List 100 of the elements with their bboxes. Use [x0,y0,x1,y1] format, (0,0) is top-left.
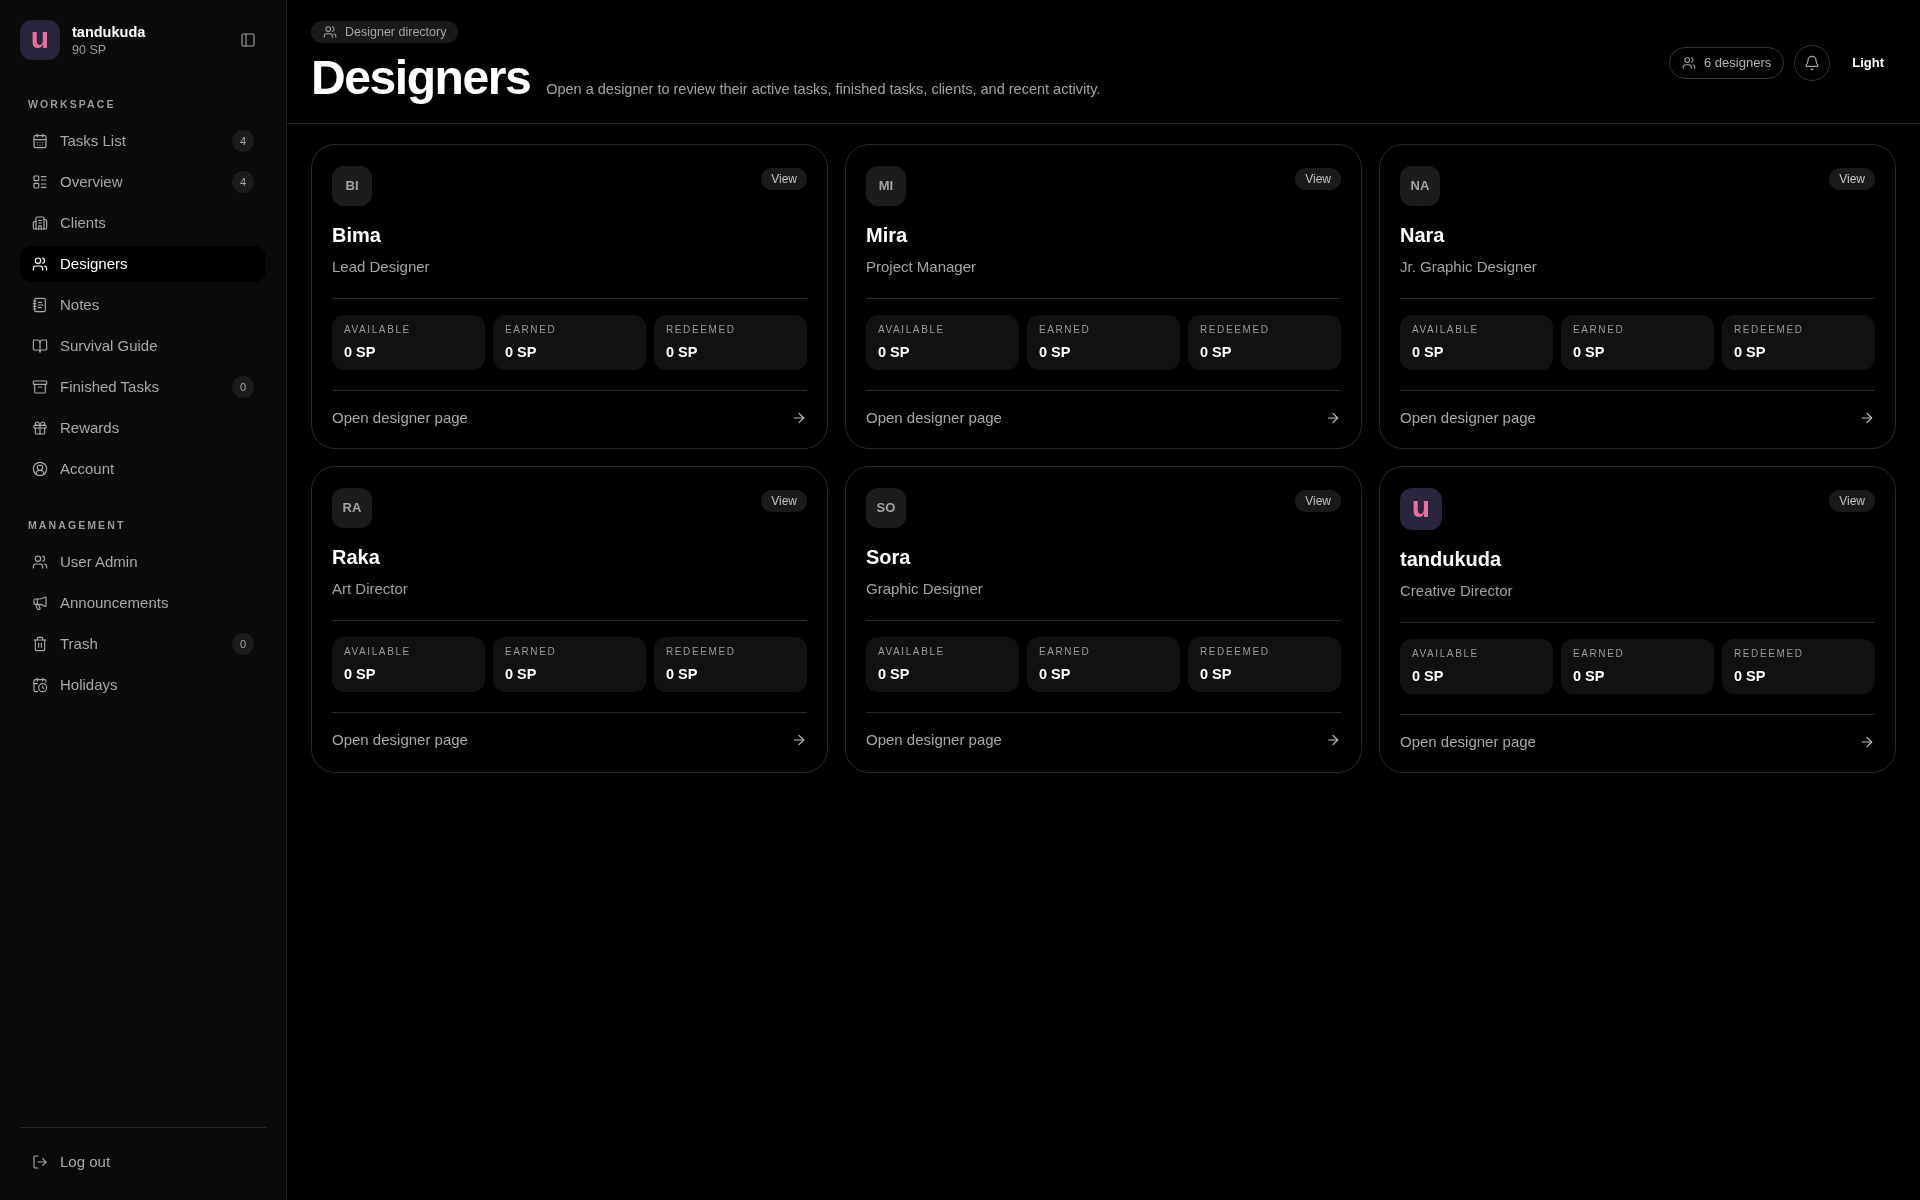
stat-label: EARNED [1039,323,1092,336]
designer-avatar: NA [1400,166,1440,206]
designer-name: tandukuda [1400,547,1503,572]
stat-value: 0 SP [344,342,377,362]
designer-name: Bima [332,223,382,248]
designer-role: Graphic Designer [866,579,984,599]
open-designer-link[interactable]: Open designer page [866,730,1341,750]
breadcrumb-text: Designer directory [345,23,447,41]
nav-item[interactable]: Designers [20,246,266,282]
nav-item[interactable]: Tasks List 4 [20,123,266,159]
view-button[interactable]: View [1829,168,1875,190]
logout-link[interactable]: Log out [20,1144,266,1180]
stat-value: 0 SP [1200,342,1233,362]
stat-label: REDEEMED [1734,647,1805,660]
user-circle-icon [32,461,48,477]
stat-label: AVAILABLE [878,645,946,658]
stat-value: 0 SP [505,342,538,362]
stat-label: AVAILABLE [1412,647,1480,660]
arrow-right-icon [1859,734,1875,750]
users-icon [32,256,48,272]
view-button[interactable]: View [1829,490,1875,512]
stat-value: 0 SP [666,664,699,684]
stat-value: 0 SP [1734,342,1767,362]
view-button[interactable]: View [1295,168,1341,190]
stat-value: 0 SP [878,342,911,362]
stat-value: 0 SP [1412,342,1445,362]
megaphone-icon [32,595,48,611]
user-avatar: u [20,20,60,60]
nav-item[interactable]: Announcements [20,585,266,621]
nav-item[interactable]: Overview 4 [20,164,266,200]
calendar-clock-icon [32,677,48,693]
trash-icon [32,636,48,652]
stat-label: EARNED [505,645,558,658]
users-icon [32,554,48,570]
view-button[interactable]: View [1295,490,1341,512]
page-subtitle: Open a designer to review their active tasks, finished tasks, clients, and recent activity. [546,80,1101,99]
arrow-right-icon [791,732,807,748]
list-icon [32,174,48,190]
stat-label: REDEEMED [666,645,737,658]
designer-avatar: u [1400,488,1442,530]
stat-label: AVAILABLE [344,323,412,336]
arrow-right-icon [1859,410,1875,426]
designer-role: Creative Director [1400,581,1514,601]
designer-avatar: MI [866,166,906,206]
nav-item[interactable]: Rewards [20,410,266,446]
nav-item[interactable]: Notes [20,287,266,323]
page-title: Designers [311,50,531,106]
nav-item[interactable]: Finished Tasks 0 [20,369,266,405]
designer-avatar: BI [332,166,372,206]
book-icon [32,338,48,354]
stat-value: 0 SP [344,664,377,684]
stat-value: 0 SP [1573,666,1606,686]
stat-label: EARNED [1573,323,1626,336]
arrow-right-icon [1325,410,1341,426]
open-designer-link[interactable]: Open designer page [1400,732,1875,752]
view-button[interactable]: View [761,168,807,190]
designer-role: Lead Designer [332,257,431,277]
nav-item[interactable]: Trash 0 [20,626,266,662]
view-button[interactable]: View [761,490,807,512]
designer-role: Project Manager [866,257,978,277]
designer-count-text: 6 designers [1704,54,1772,73]
stat-label: EARNED [1573,647,1626,660]
gift-icon [32,420,48,436]
count-badge: 0 [232,633,254,655]
designer-name: Raka [332,545,381,570]
open-designer-link[interactable]: Open designer page [866,408,1341,428]
designer-role: Jr. Graphic Designer [1400,257,1538,277]
stat-label: AVAILABLE [1412,323,1480,336]
stat-value: 0 SP [1734,666,1767,686]
stat-label: REDEEMED [666,323,737,336]
designer-name: Mira [866,223,909,248]
nav-item[interactable]: Clients [20,205,266,241]
count-badge: 4 [232,171,254,193]
stat-value: 0 SP [1039,664,1072,684]
open-designer-link[interactable]: Open designer page [1400,408,1875,428]
user-points: 90 SP [72,42,108,58]
nav-item[interactable]: Holidays [20,667,266,703]
open-designer-link[interactable]: Open designer page [332,730,807,750]
building-icon [32,215,48,231]
logout-icon [32,1154,48,1170]
theme-toggle-button[interactable]: Light [1840,45,1896,81]
stat-label: REDEEMED [1734,323,1805,336]
stat-label: EARNED [1039,645,1092,658]
stat-label: AVAILABLE [344,645,412,658]
nav-item[interactable]: Account [20,451,266,487]
nav-item[interactable]: Survival Guide [20,328,266,364]
open-designer-link[interactable]: Open designer page [332,408,807,428]
count-badge: 4 [232,130,254,152]
section-label: WORKSPACE [27,97,117,112]
users-icon [323,25,337,39]
stat-value: 0 SP [505,664,538,684]
designer-name: Sora [866,545,912,570]
nav-item[interactable]: User Admin [20,544,266,580]
stat-value: 0 SP [666,342,699,362]
designer-avatar: SO [866,488,906,528]
notebook-icon [32,297,48,313]
panel-icon [240,32,256,48]
count-badge: 0 [232,376,254,398]
bell-icon [1804,55,1821,71]
stat-value: 0 SP [1573,342,1606,362]
